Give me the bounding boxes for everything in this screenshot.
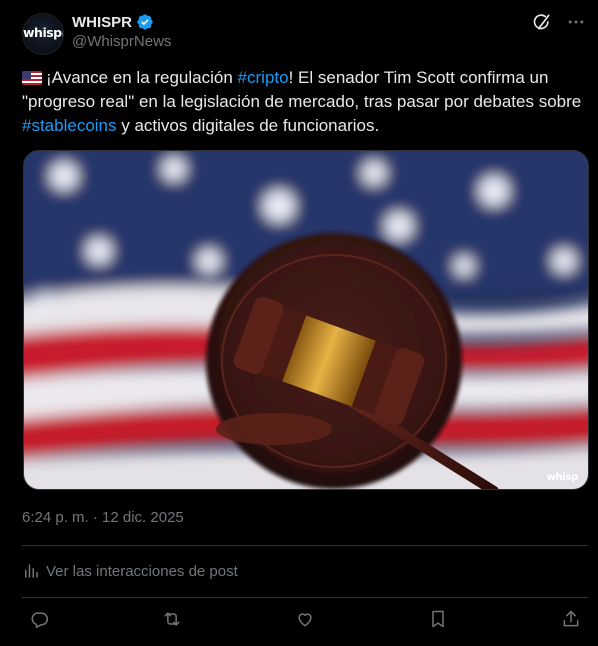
tweet-text: ¡Avance en la regulación #cripto! El sen… <box>22 66 582 138</box>
media-watermark: whisp <box>546 472 579 483</box>
hashtag-stablecoins-link[interactable]: #stablecoins <box>22 116 117 135</box>
tweet-timestamp[interactable]: 6:24 p. m. · 12 dic. 2025 <box>22 509 184 526</box>
gavel-flag-illustration <box>24 151 588 489</box>
more-icon[interactable] <box>566 12 586 32</box>
analytics-icon <box>25 564 38 578</box>
tweet-text-part3: y activos digitales de funcionarios. <box>116 116 380 135</box>
tweet-action-bar <box>22 608 588 630</box>
verified-badge-icon <box>136 13 154 31</box>
like-icon[interactable] <box>294 608 316 630</box>
avatar[interactable]: whispr <box>22 13 64 55</box>
us-flag-icon <box>22 71 42 85</box>
view-interactions-label: Ver las interacciones de post <box>46 562 238 580</box>
divider <box>22 597 588 598</box>
tweet-text-part1: ¡Avance en la regulación <box>46 68 238 87</box>
avatar-logo: whispr <box>23 25 64 40</box>
hashtag-cripto-link[interactable]: #cripto <box>238 68 289 87</box>
author-display-name[interactable]: WHISPR <box>72 14 132 31</box>
author-handle[interactable]: @WhisprNews <box>72 33 171 50</box>
reply-icon[interactable] <box>28 608 50 630</box>
tweet-detail: whispr WHISPR @WhisprNews ¡Avance en la … <box>0 0 598 646</box>
share-icon[interactable] <box>560 608 582 630</box>
divider <box>22 545 588 546</box>
grok-icon[interactable] <box>532 12 552 32</box>
view-interactions-link[interactable]: Ver las interacciones de post <box>22 562 238 580</box>
top-actions <box>532 12 586 32</box>
tweet-media-image[interactable]: whisp <box>23 150 589 490</box>
bookmark-icon[interactable] <box>427 608 449 630</box>
author-name-row: WHISPR <box>72 13 154 31</box>
retweet-icon[interactable] <box>161 608 183 630</box>
